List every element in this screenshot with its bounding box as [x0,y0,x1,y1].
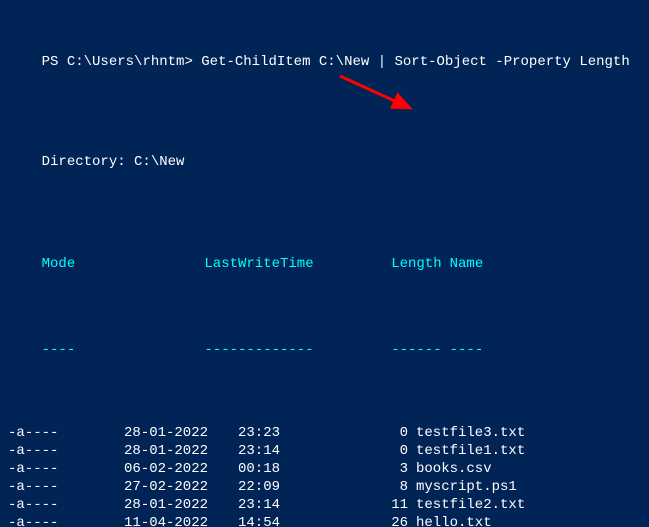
table-row: -a----11-04-202214:5426hello.txt [8,515,641,527]
directory-path: C:\New [134,154,184,170]
table-row: -a----27-02-202222:098myscript.ps1 [8,479,641,497]
header-name: Name [442,256,484,274]
directory-line: Directory: C:\New [8,154,641,170]
header-lastwrite: LastWriteTime [138,256,314,274]
prompt-suffix: > [184,54,192,70]
cell-date: 27-02-2022 [104,479,208,497]
cell-mode: -a---- [8,515,104,527]
header-length: Length [314,256,442,274]
cell-date: 28-01-2022 [104,425,208,443]
dash-name: ---- [442,342,484,360]
dash-lastwrite: ------------- [138,342,314,360]
prompt-prefix: PS [42,54,67,70]
cell-time: 23:23 [208,425,280,443]
table-row: -a----28-01-202223:1411testfile2.txt [8,497,641,515]
cell-name: hello.txt [408,515,492,527]
cell-date: 28-01-2022 [104,443,208,461]
dash-length: ------ [314,342,442,360]
cell-time: 23:14 [208,443,280,461]
cell-name: testfile2.txt [408,497,525,515]
prompt-path: C:\Users\rhntm [67,54,185,70]
table-body: -a----28-01-202223:230testfile3.txt-a---… [8,425,641,527]
table-header-row: ModeLastWriteTimeLengthName [8,238,641,292]
cell-name: testfile3.txt [408,425,525,443]
cell-mode: -a---- [8,479,104,497]
cell-name: testfile1.txt [408,443,525,461]
cell-length: 0 [280,443,408,461]
header-mode: Mode [42,256,138,274]
table-row: -a----28-01-202223:230testfile3.txt [8,425,641,443]
prompt-line: PS C:\Users\rhntm> Get-ChildItem C:\New … [8,38,641,86]
cell-length: 8 [280,479,408,497]
cell-mode: -a---- [8,461,104,479]
table-row: -a----06-02-202200:183books.csv [8,461,641,479]
cell-name: myscript.ps1 [408,479,517,497]
command-text: Get-ChildItem C:\New | Sort-Object -Prop… [193,54,630,70]
cell-date: 06-02-2022 [104,461,208,479]
cell-time: 00:18 [208,461,280,479]
cell-mode: -a---- [8,425,104,443]
table-row: -a----28-01-202223:140testfile1.txt [8,443,641,461]
cell-date: 11-04-2022 [104,515,208,527]
cell-time: 23:14 [208,497,280,515]
cell-mode: -a---- [8,443,104,461]
dash-mode: ---- [42,342,138,360]
cell-length: 0 [280,425,408,443]
cell-date: 28-01-2022 [104,497,208,515]
powershell-terminal[interactable]: PS C:\Users\rhntm> Get-ChildItem C:\New … [0,0,649,527]
cell-length: 3 [280,461,408,479]
cell-length: 11 [280,497,408,515]
directory-label: Directory: [42,154,126,170]
cell-time: 14:54 [208,515,280,527]
cell-name: books.csv [408,461,492,479]
cell-length: 26 [280,515,408,527]
cell-time: 22:09 [208,479,280,497]
table-dash-row: --------------------------- [8,324,641,378]
cell-mode: -a---- [8,497,104,515]
